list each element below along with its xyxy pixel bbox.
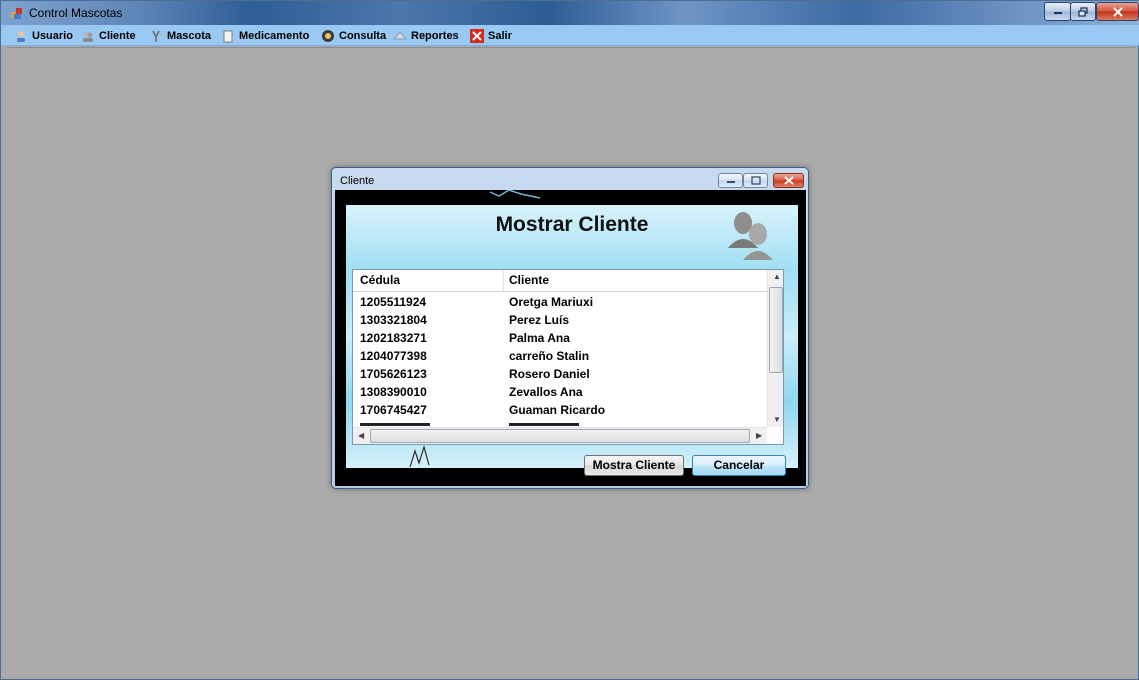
column-header-cedula[interactable]: Cédula <box>360 273 400 287</box>
dialog-body: Mostrar Cliente Cédula Cliente 120551192… <box>335 190 806 486</box>
menu-item-consulta[interactable]: Consulta <box>321 28 386 44</box>
client-table[interactable]: Cédula Cliente 1205511924 Oretga Mariuxi… <box>352 269 784 445</box>
menu-item-medicamento[interactable]: Medicamento <box>221 28 309 44</box>
clients-illustration <box>728 212 773 260</box>
menu-item-reportes[interactable]: Reportes <box>393 28 459 44</box>
cliente-cell: Palma Ana <box>509 331 570 345</box>
minimize-button[interactable] <box>1044 2 1071 21</box>
cliente-cell: Oretga Mariuxi <box>509 295 594 309</box>
cliente-cell: Perez Luís <box>509 313 570 327</box>
minimize-icon <box>1053 11 1062 14</box>
table-row[interactable]: 1303321804 Perez Luís <box>353 311 767 329</box>
menu-item-label: Consulta <box>339 30 387 42</box>
clients-icon <box>83 31 93 42</box>
menu-item-label: Usuario <box>32 30 73 42</box>
app-icon <box>11 8 22 19</box>
cancel-button[interactable]: Cancelar <box>692 455 786 476</box>
cedula-cell: 1308390010 <box>360 385 427 399</box>
vertical-scrollbar[interactable]: ▲ ▼ <box>767 270 783 427</box>
horizontal-scroll-thumb[interactable] <box>370 429 750 443</box>
cedula-cell: 1303321804 <box>360 313 427 327</box>
cedula-cell: 1204077398 <box>360 349 427 363</box>
table-row[interactable]: 1705626123 Rosero Daniel <box>353 365 767 383</box>
cliente-cell: carreño Stalin <box>509 349 590 363</box>
reports-icon <box>393 31 407 40</box>
user-icon <box>17 31 25 42</box>
menu-item-cliente[interactable]: Cliente <box>81 28 136 44</box>
cliente-cell: Guaman Ricardo <box>509 403 606 417</box>
banner-panel: Mostrar Cliente Cédula Cliente 120551192… <box>346 205 798 476</box>
menu-item-label: Reportes <box>411 30 459 42</box>
scroll-left-icon[interactable]: ◀ <box>358 431 364 440</box>
vertical-scroll-thumb[interactable] <box>769 287 783 373</box>
dialog-maximize-button[interactable] <box>743 173 768 188</box>
cedula-cell: 1205511924 <box>360 295 427 309</box>
app-title: Control Mascotas <box>29 6 123 20</box>
exit-icon <box>470 29 484 43</box>
scroll-up-icon[interactable]: ▲ <box>773 272 781 281</box>
column-divider <box>503 270 504 292</box>
menu-item-label: Cliente <box>99 30 136 42</box>
table-row[interactable]: 1204077398 carreño Stalin <box>353 347 767 365</box>
menu-item-salir[interactable]: Salir <box>470 28 512 44</box>
table-row[interactable]: 1202183271 Palma Ana <box>353 329 767 347</box>
column-header-cliente[interactable]: Cliente <box>509 273 549 287</box>
horizontal-scrollbar[interactable]: ◀ ▶ <box>353 427 767 444</box>
pet-icon <box>152 30 160 42</box>
cedula-cell: 1705626123 <box>360 367 427 381</box>
close-icon <box>1112 6 1123 17</box>
scroll-down-icon[interactable]: ▼ <box>773 415 781 424</box>
menu-item-label: Medicamento <box>239 30 310 42</box>
dialog-close-button[interactable] <box>773 173 804 188</box>
cedula-cell: 1706745427 <box>360 403 427 417</box>
close-icon <box>783 176 794 185</box>
table-header: Cédula Cliente <box>353 270 767 292</box>
menu-item-label: Salir <box>488 30 512 42</box>
consult-icon <box>322 30 334 42</box>
maximize-icon <box>750 176 761 185</box>
show-client-button[interactable]: Mostra Cliente <box>584 455 684 476</box>
menu-item-label: Mascota <box>167 30 212 42</box>
cliente-cell: Zevallos Ana <box>509 385 583 399</box>
dialog-title: Cliente <box>340 175 375 187</box>
menu-item-mascota[interactable]: Mascota <box>149 28 211 44</box>
medicine-icon <box>223 30 233 43</box>
decorative-wave <box>409 445 430 468</box>
menu-bar: Usuario Cliente Mascota Medicamento Cons… <box>1 25 1139 46</box>
close-button[interactable] <box>1096 2 1139 21</box>
table-row-partial <box>353 419 767 427</box>
title-bar[interactable]: Control Mascotas <box>1 1 1139 25</box>
maximize-button[interactable] <box>1070 2 1096 21</box>
dialog-minimize-button[interactable] <box>718 173 743 188</box>
scroll-right-icon[interactable]: ▶ <box>756 431 762 440</box>
table-row[interactable]: 1308390010 Zevallos Ana <box>353 383 767 401</box>
cliente-cell: Rosero Daniel <box>509 367 590 381</box>
menu-item-usuario[interactable]: Usuario <box>14 28 73 44</box>
cliente-dialog: Cliente Mostrar Cliente Cédula Cliente 1… <box>331 167 809 489</box>
cedula-cell: 1202183271 <box>360 331 427 345</box>
restore-icon <box>1078 6 1088 17</box>
table-row[interactable]: 1205511924 Oretga Mariuxi <box>353 293 767 311</box>
table-row[interactable]: 1706745427 Guaman Ricardo <box>353 401 767 419</box>
minimize-icon <box>726 180 735 183</box>
